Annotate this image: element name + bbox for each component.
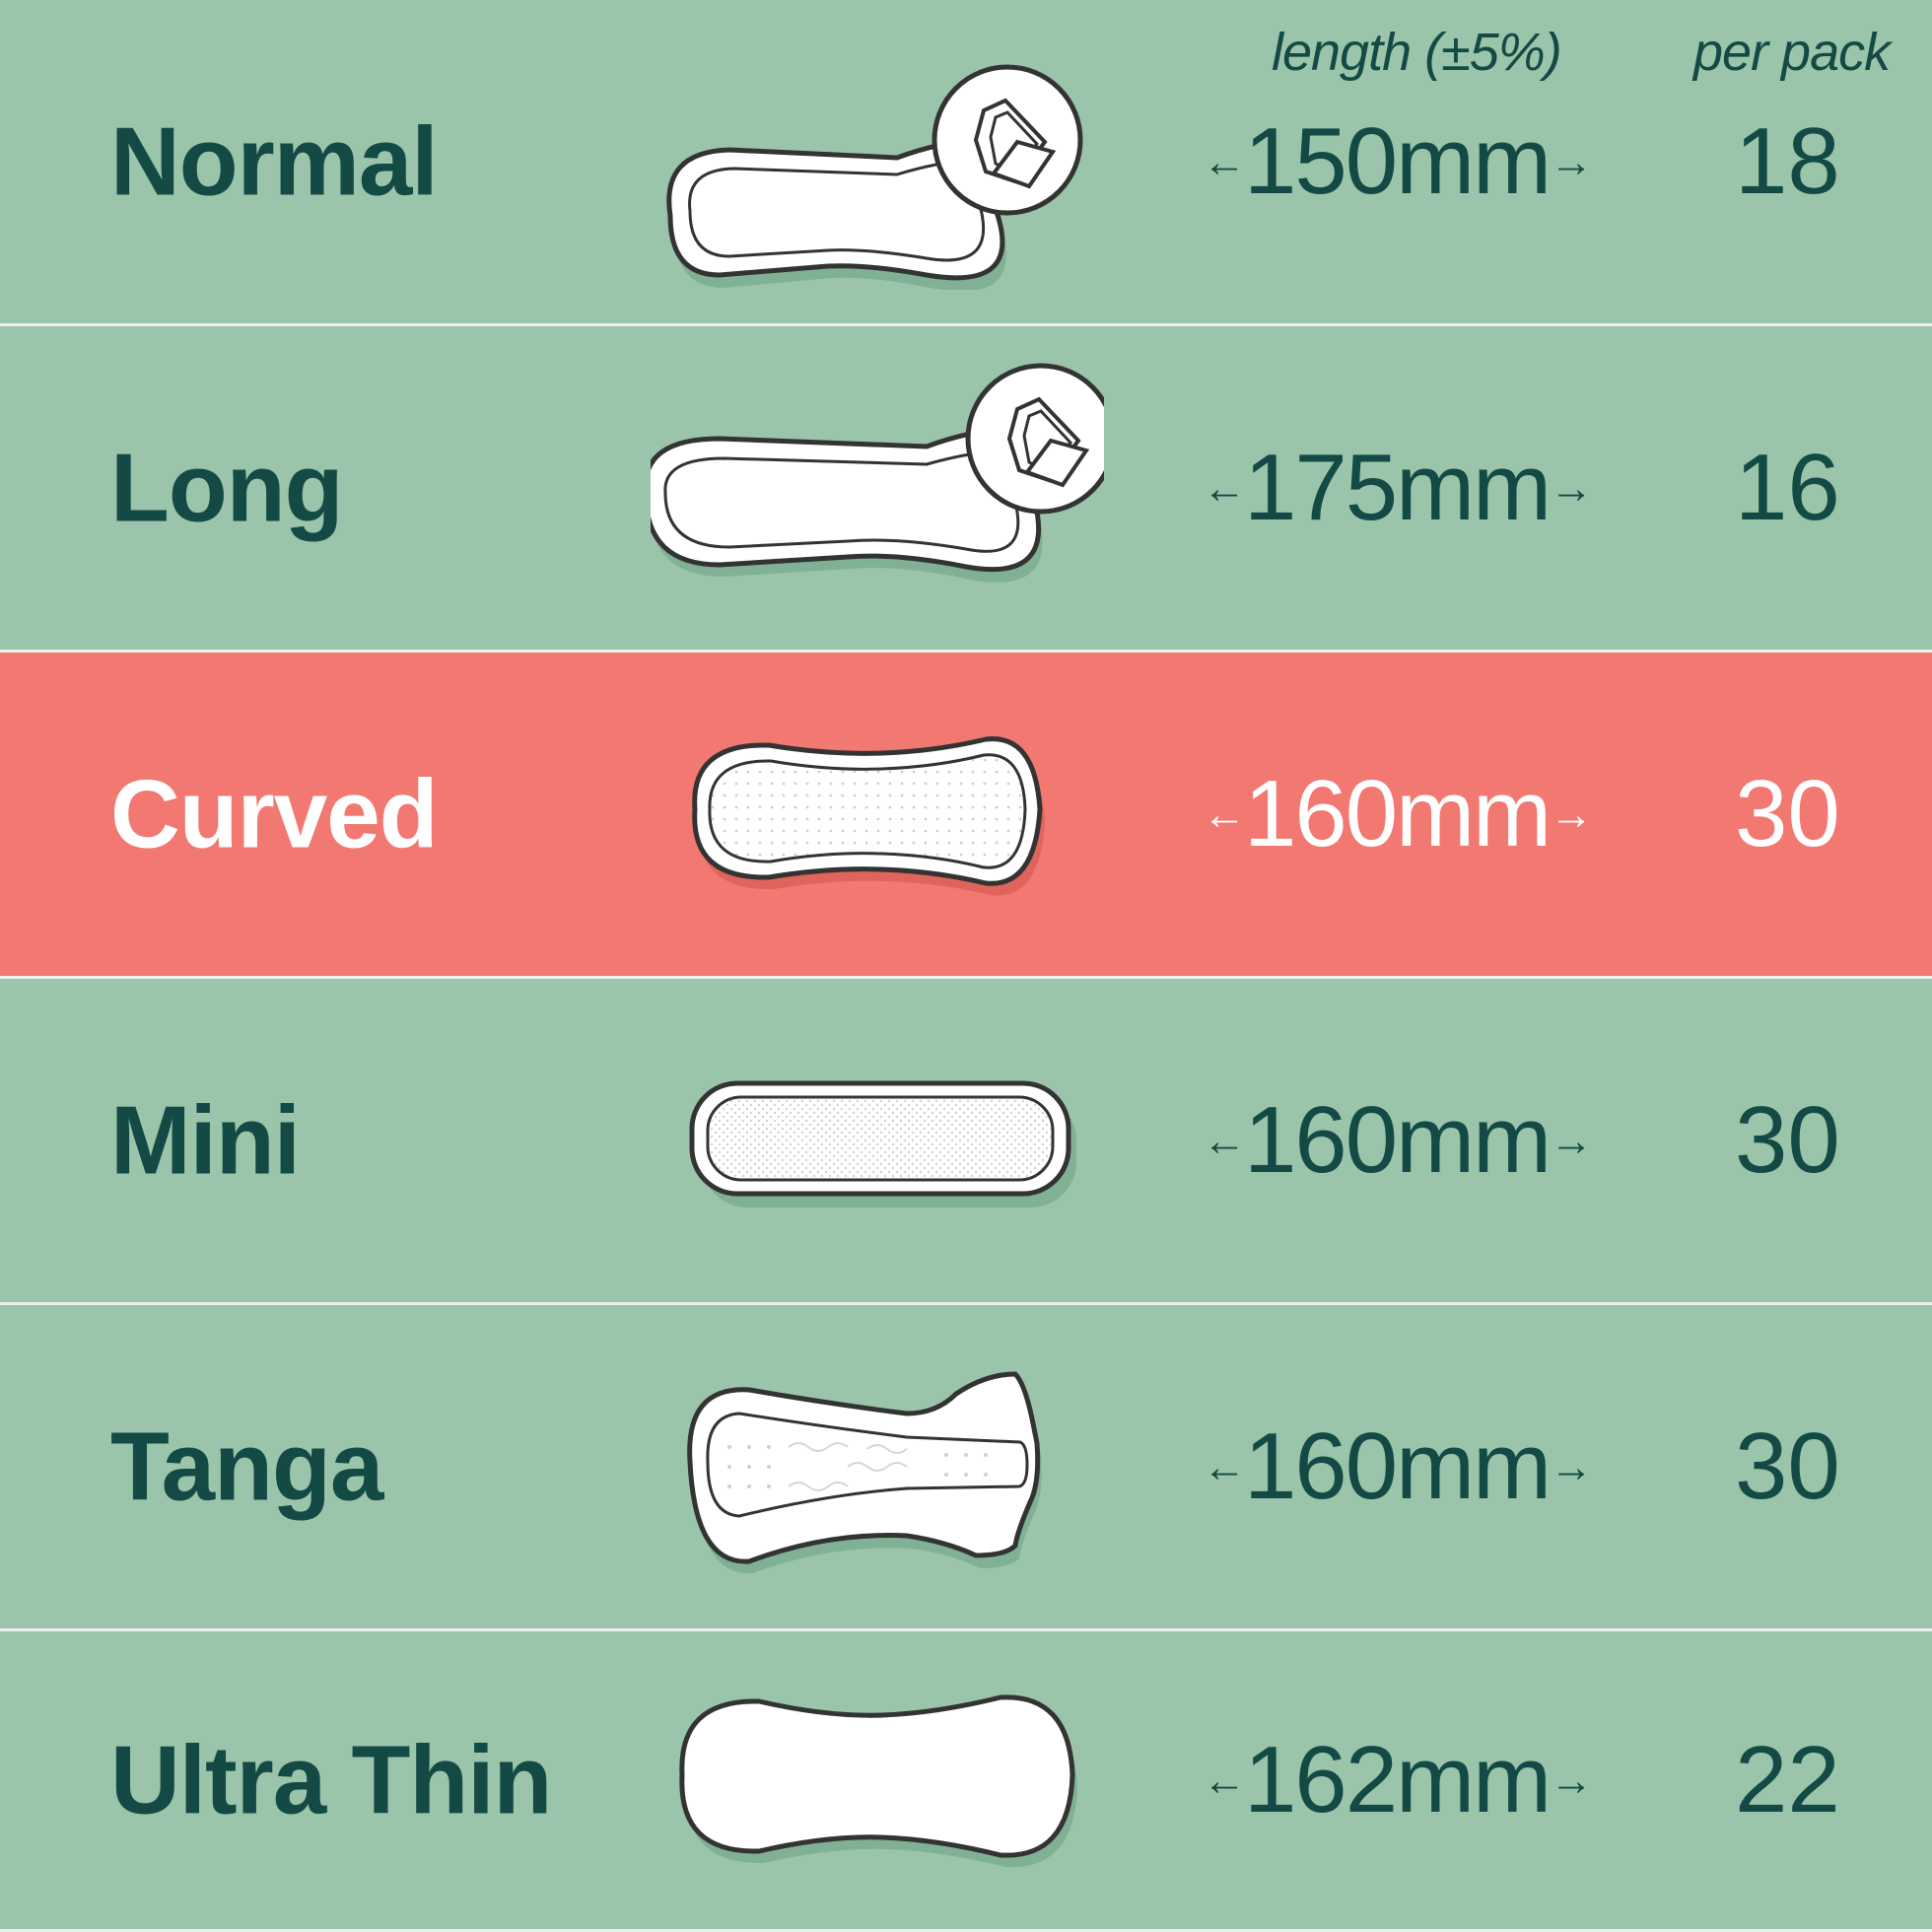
length-value: ←160mm→: [1203, 761, 1593, 866]
arrow-left-icon: ←: [1203, 1756, 1246, 1805]
arrow-right-icon: →: [1550, 1756, 1593, 1805]
length-column-header: length (±5%): [1272, 23, 1562, 82]
length-value: ←150mm→: [1203, 108, 1593, 214]
liner-winged-icon: [666, 64, 1083, 290]
per-pack-value: 22: [1735, 1727, 1840, 1832]
product-name: Ultra Thin: [110, 1725, 552, 1834]
liner-curved-icon: [692, 736, 1045, 896]
row-tanga: Tanga ←160mm→ 30: [0, 1305, 1932, 1631]
per-pack-column-header: per pack: [1693, 23, 1891, 82]
arrow-right-icon: →: [1550, 1442, 1593, 1491]
per-pack-value: 18: [1735, 108, 1840, 214]
arrow-left-icon: ←: [1203, 463, 1246, 513]
per-pack-value: 30: [1735, 761, 1840, 866]
per-pack-value: 30: [1735, 1414, 1840, 1519]
product-name: Normal: [110, 106, 439, 216]
arrow-right-icon: →: [1550, 137, 1593, 186]
liner-ultra-thin-icon: [679, 1694, 1077, 1868]
arrow-left-icon: ←: [1203, 1442, 1246, 1491]
product-name: Long: [110, 433, 343, 542]
per-pack-value: 16: [1735, 435, 1840, 540]
row-normal: Normal ←150mm→ 18: [0, 0, 1932, 326]
arrow-left-icon: ←: [1203, 1116, 1246, 1165]
arrow-right-icon: →: [1550, 790, 1593, 839]
arrow-right-icon: →: [1550, 463, 1593, 513]
row-curved: Curved ←160mm→ 30: [0, 653, 1932, 979]
product-name: Curved: [110, 759, 439, 868]
length-value: ←160mm→: [1203, 1087, 1593, 1193]
product-name: Mini: [110, 1085, 301, 1195]
liner-tanga-icon: [687, 1371, 1042, 1574]
per-pack-value: 30: [1735, 1087, 1840, 1193]
length-value: ←175mm→: [1203, 435, 1593, 540]
row-long: Long ←175mm→ 16: [0, 326, 1932, 653]
liner-mini-icon: [689, 1080, 1076, 1208]
arrow-left-icon: ←: [1203, 137, 1246, 186]
row-ultra-thin: Ultra Thin ←162mm→ 22: [0, 1631, 1932, 1932]
product-name: Tanga: [110, 1412, 383, 1521]
liner-winged-long-icon: [651, 363, 1104, 583]
length-value: ←162mm→: [1203, 1727, 1593, 1832]
arrow-right-icon: →: [1550, 1116, 1593, 1165]
row-mini: Mini ←160mm→ 30: [0, 979, 1932, 1305]
arrow-left-icon: ←: [1203, 790, 1246, 839]
product-size-chart: Normal ←150mm→ 18 Long ←175mm→ 16 Curved…: [0, 0, 1932, 1932]
length-value: ←160mm→: [1203, 1414, 1593, 1519]
